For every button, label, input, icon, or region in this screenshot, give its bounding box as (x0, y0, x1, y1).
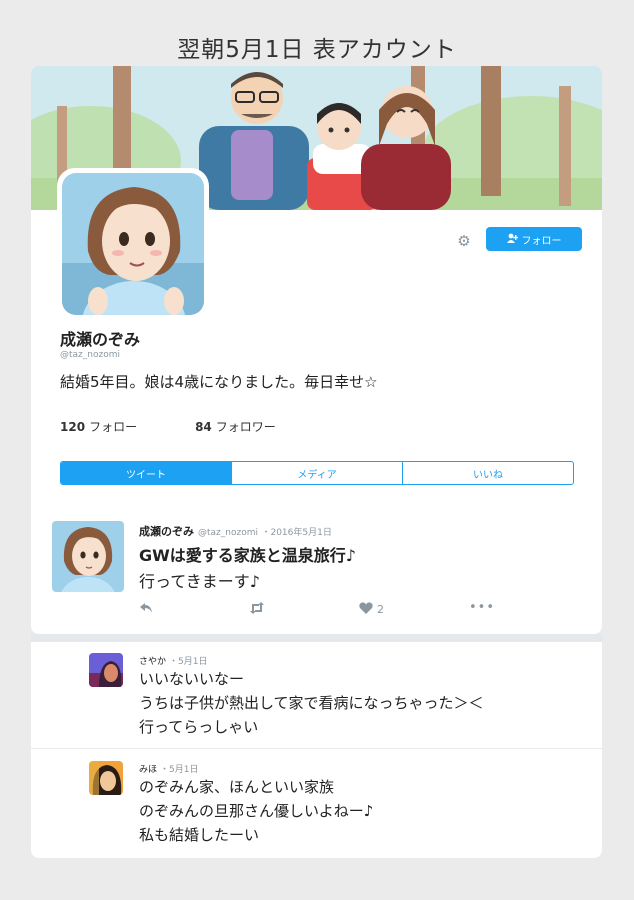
settings-gear-icon[interactable]: ⚙ (457, 234, 471, 249)
tab-likes[interactable]: いいね (403, 462, 573, 484)
like-count: 2 (377, 603, 384, 616)
reply-separator (31, 748, 602, 749)
retweet-icon[interactable] (249, 602, 265, 618)
tab-media[interactable]: メディア (232, 462, 403, 484)
profile-handle: @taz_nozomi (60, 350, 120, 360)
tab-tweets[interactable]: ツイート (61, 462, 232, 484)
followers-stat[interactable]: 84 フォロワー (195, 418, 276, 435)
tweet-actions: 2 ••• (139, 600, 519, 618)
replies-list: さやか ・5月1日 いいないいなー うちは子供が熱出して家で看病になっちゃった＞＜… (31, 642, 602, 858)
following-label: フォロー (89, 420, 138, 434)
more-icon[interactable]: ••• (469, 600, 495, 615)
follow-button-label: フォロー (521, 235, 562, 247)
following-stat[interactable]: 120 フォロー (60, 418, 137, 435)
reply-text-line: 行ってらっしゃい (139, 718, 259, 736)
profile-tabs: ツイート メディア いいね (60, 461, 574, 485)
like-icon[interactable] (359, 602, 373, 618)
tweet-author-name[interactable]: 成瀬のぞみ (139, 525, 194, 538)
tweet-text-line-1: GWは愛する家族と温泉旅行♪ (139, 546, 356, 565)
followers-label: フォロワー (215, 420, 276, 434)
tweet-header: 成瀬のぞみ @taz_nozomi ・2016年5月1日 (139, 523, 332, 539)
followers-count: 84 (195, 420, 212, 434)
tweet-text-line-2: 行ってきまーす♪ (139, 572, 260, 591)
profile-stats: 120 フォロー 84 フォロワー (60, 418, 334, 435)
reply-author-name[interactable]: みほ (139, 765, 157, 775)
reply-date: ・5月1日 (160, 765, 199, 775)
profile-display-name: 成瀬のぞみ (60, 330, 141, 349)
reply-header: さやか ・5月1日 (139, 654, 207, 667)
reply-text-line: のぞみんの旦那さん優しいよねー♪ (139, 802, 374, 820)
reply-date: ・5月1日 (169, 657, 208, 667)
profile-avatar[interactable] (57, 168, 209, 320)
reply-icon[interactable] (139, 602, 153, 618)
reply-text-line: うちは子供が熱出して家で看病になっちゃった＞＜ (139, 694, 484, 712)
page-title: 翌朝5月1日 表アカウント (177, 37, 457, 63)
reply-text-line: のぞみん家、ほんといい家族 (139, 778, 335, 796)
reply-author-name[interactable]: さやか (139, 657, 166, 667)
profile-card: ⚙ フォロー 成瀬のぞみ @taz_nozomi 結婚5年目。娘は4歳になりまし… (31, 66, 602, 634)
profile-bio: 結婚5年目。娘は4歳になりました。毎日幸せ☆ (60, 373, 378, 391)
reply-avatar[interactable] (89, 653, 123, 687)
reply-header: みほ ・5月1日 (139, 762, 198, 775)
avatar-illustration (62, 173, 204, 315)
following-count: 120 (60, 420, 86, 434)
tweet-date[interactable]: ・2016年5月1日 (261, 528, 331, 538)
reply-text-line: いいないいなー (139, 670, 245, 688)
add-user-icon (506, 233, 518, 246)
tweet-author-handle: @taz_nozomi (198, 528, 258, 538)
reply-text-line: 私も結婚したーい (139, 826, 260, 844)
follow-button[interactable]: フォロー (486, 227, 582, 251)
reply-avatar[interactable] (89, 761, 123, 795)
thread-divider (31, 634, 602, 642)
tweet-avatar[interactable] (52, 521, 124, 592)
